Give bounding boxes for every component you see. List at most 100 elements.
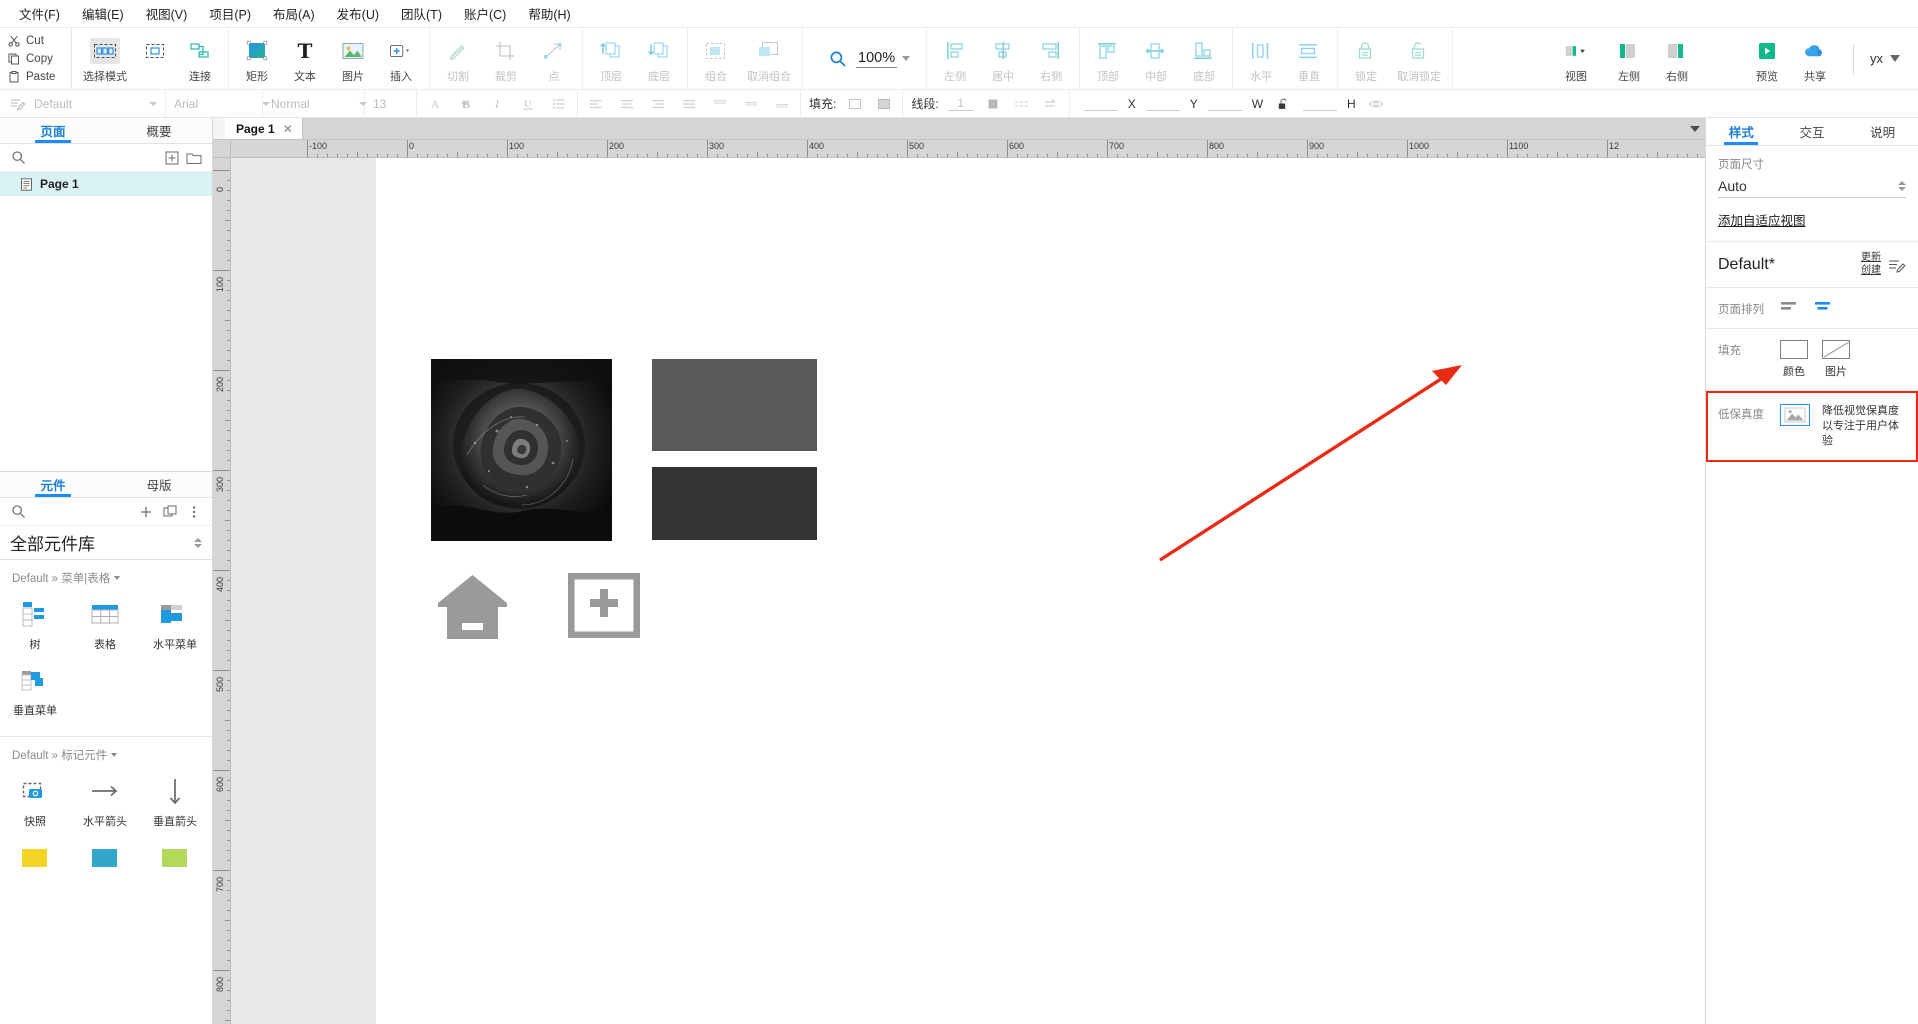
cut-button[interactable]: Cut bbox=[8, 32, 71, 50]
fill-swatch-icon[interactable] bbox=[874, 94, 894, 114]
select-mode-button[interactable]: 选择模式 bbox=[76, 32, 134, 86]
fill-none-icon[interactable] bbox=[845, 94, 865, 114]
widget-vertical-arrow[interactable]: 垂直箭头 bbox=[140, 769, 210, 835]
cut-shape-button[interactable]: 切割 bbox=[434, 32, 482, 86]
align-left-text-icon[interactable] bbox=[586, 94, 606, 114]
text-button[interactable]: T 文本 bbox=[281, 32, 329, 86]
line-color-icon[interactable] bbox=[983, 94, 1003, 114]
page-align-left-icon[interactable] bbox=[1780, 299, 1800, 315]
rose-photo[interactable] bbox=[431, 359, 612, 541]
italic-icon[interactable]: I bbox=[487, 94, 507, 114]
menu-publish[interactable]: 发布(U) bbox=[326, 0, 390, 27]
align-left-button[interactable]: 左侧 bbox=[931, 32, 979, 86]
menu-view[interactable]: 视图(V) bbox=[135, 0, 199, 27]
widget-blue-sticky[interactable] bbox=[70, 835, 140, 885]
distribute-vertical-button[interactable]: 垂直 bbox=[1285, 32, 1333, 86]
valign-middle-icon[interactable] bbox=[741, 94, 761, 114]
style-create-link[interactable]: 创建 bbox=[1861, 265, 1881, 278]
bullet-list-icon[interactable] bbox=[549, 94, 569, 114]
add-library-icon[interactable] bbox=[138, 504, 154, 520]
search-icon[interactable] bbox=[10, 504, 26, 520]
connect-marquee-button[interactable]: . bbox=[134, 32, 176, 86]
aspect-lock-icon[interactable] bbox=[1273, 94, 1293, 114]
font-weight-select[interactable]: Normal bbox=[271, 97, 367, 111]
connect-button[interactable]: 连接 bbox=[176, 32, 224, 86]
zoom-control[interactable]: 100% bbox=[807, 28, 922, 89]
style-update-link[interactable]: 更新 bbox=[1861, 252, 1881, 265]
valign-bottom-icon[interactable] bbox=[772, 94, 792, 114]
ungroup-button[interactable]: 取消组合 bbox=[740, 32, 798, 86]
tab-pages[interactable]: 页面 bbox=[0, 118, 106, 143]
x-input[interactable] bbox=[1083, 96, 1118, 111]
share-button[interactable]: 共享 bbox=[1791, 32, 1839, 86]
menu-help[interactable]: 帮助(H) bbox=[517, 0, 581, 27]
widget-horizontal-menu[interactable]: 水平菜单 bbox=[140, 592, 210, 658]
arrow-style-icon[interactable] bbox=[1041, 94, 1061, 114]
align-middle-button[interactable]: 中部 bbox=[1132, 32, 1180, 86]
low-fidelity-toggle-button[interactable] bbox=[1780, 404, 1810, 426]
font-family-select[interactable]: Arial bbox=[174, 97, 270, 111]
menu-account[interactable]: 账户(C) bbox=[453, 0, 517, 27]
page-align-center-icon[interactable] bbox=[1814, 299, 1834, 315]
tab-masters[interactable]: 母版 bbox=[106, 472, 212, 497]
distribute-horizontal-button[interactable]: 水平 bbox=[1237, 32, 1285, 86]
right-pane-toggle-button[interactable]: 右侧 bbox=[1653, 32, 1701, 86]
hospital-icon-shape[interactable] bbox=[567, 572, 641, 639]
widget-green-sticky[interactable] bbox=[140, 835, 210, 885]
gray-rect-dark[interactable] bbox=[652, 467, 817, 540]
design-canvas[interactable] bbox=[231, 158, 1705, 1024]
widget-yellow-sticky[interactable] bbox=[0, 835, 70, 885]
bring-to-front-button[interactable]: 顶层 bbox=[587, 32, 635, 86]
align-justify-text-icon[interactable] bbox=[679, 94, 699, 114]
underline-icon[interactable]: U bbox=[518, 94, 538, 114]
widget-tree[interactable]: 树 bbox=[0, 592, 70, 658]
unlock-button[interactable]: 取消锁定 bbox=[1390, 32, 1448, 86]
widget-snapshot[interactable]: 快照 bbox=[0, 769, 70, 835]
duplicate-library-icon[interactable] bbox=[162, 504, 178, 520]
w-input[interactable] bbox=[1207, 96, 1242, 111]
point-button[interactable]: 点 bbox=[530, 32, 578, 86]
menu-team[interactable]: 团队(T) bbox=[390, 0, 453, 27]
left-pane-toggle-button[interactable]: 左侧 bbox=[1605, 32, 1653, 86]
copy-button[interactable]: Copy bbox=[8, 50, 71, 68]
align-right-text-icon[interactable] bbox=[648, 94, 668, 114]
send-to-back-button[interactable]: 底层 bbox=[635, 32, 683, 86]
tab-outline[interactable]: 概要 bbox=[106, 118, 212, 143]
line-width-input[interactable]: 1 bbox=[947, 96, 974, 111]
menu-layout[interactable]: 布局(A) bbox=[262, 0, 326, 27]
image-button[interactable]: 图片 bbox=[329, 32, 377, 86]
font-family-cell[interactable]: Arial bbox=[166, 90, 270, 117]
align-center-button[interactable]: 居中 bbox=[979, 32, 1027, 86]
tab-overflow-button[interactable] bbox=[1685, 118, 1705, 139]
tab-widgets[interactable]: 元件 bbox=[0, 472, 106, 497]
horizontal-ruler[interactable]: -100 0 100 200 300 400 500 600 700 800 900 1000 1100… bbox=[213, 140, 1705, 158]
align-center-text-icon[interactable] bbox=[617, 94, 637, 114]
paste-button[interactable]: Paste bbox=[8, 68, 71, 86]
close-icon[interactable]: ✕ bbox=[283, 122, 293, 136]
font-weight-cell[interactable]: Normal bbox=[263, 90, 367, 117]
page-size-stepper-icon[interactable] bbox=[1898, 181, 1906, 191]
valign-top-icon[interactable] bbox=[710, 94, 730, 114]
preview-button[interactable]: 预览 bbox=[1743, 32, 1791, 86]
font-color-icon[interactable]: A bbox=[425, 94, 445, 114]
edit-style-icon[interactable] bbox=[1888, 256, 1906, 274]
page-size-field[interactable]: Auto bbox=[1718, 178, 1906, 198]
align-bottom-button[interactable]: 底部 bbox=[1180, 32, 1228, 86]
add-page-icon[interactable] bbox=[164, 150, 180, 166]
page-list-item[interactable]: Page 1 bbox=[0, 172, 212, 196]
tab-notes[interactable]: 说明 bbox=[1847, 118, 1918, 145]
tab-style[interactable]: 样式 bbox=[1706, 118, 1777, 145]
align-top-button[interactable]: 顶部 bbox=[1084, 32, 1132, 86]
y-input[interactable] bbox=[1145, 96, 1180, 111]
widget-vertical-menu[interactable]: 垂直菜单 bbox=[0, 658, 70, 724]
font-size-cell[interactable]: 13 bbox=[365, 90, 469, 117]
tab-interaction[interactable]: 交互 bbox=[1777, 118, 1848, 145]
canvas-tab-page1[interactable]: Page 1 ✕ bbox=[225, 118, 303, 139]
library-selector[interactable]: 全部元件库 bbox=[0, 526, 212, 560]
library-group-header[interactable]: Default » 菜单|表格 bbox=[0, 560, 212, 590]
line-style-icon[interactable] bbox=[1012, 94, 1032, 114]
fill-color-option[interactable]: 颜色 bbox=[1780, 340, 1808, 379]
menu-file[interactable]: 文件(F) bbox=[8, 0, 71, 27]
add-adaptive-view-link[interactable]: 添加自适应视图 bbox=[1718, 210, 1806, 229]
group-button[interactable]: 组合 bbox=[692, 32, 740, 86]
